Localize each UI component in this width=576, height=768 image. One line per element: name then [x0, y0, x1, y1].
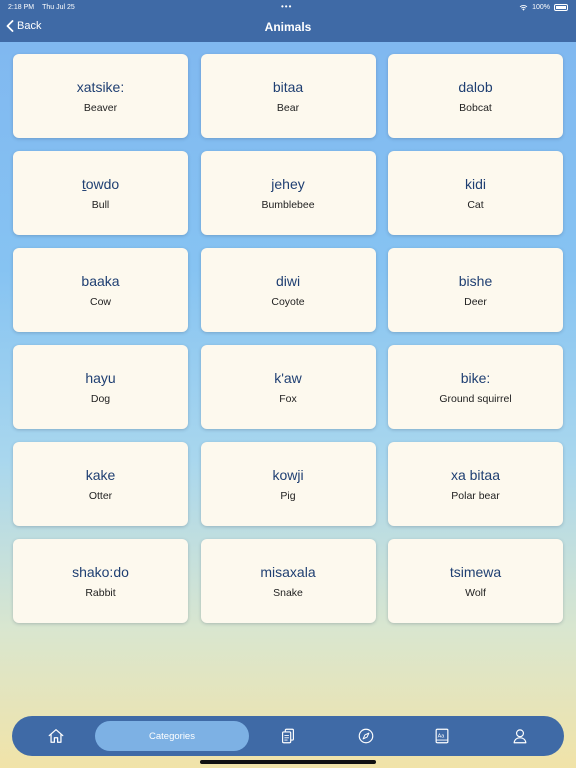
animal-card[interactable]: kake Otter: [13, 442, 188, 526]
dictionary-icon: Aa: [435, 728, 449, 744]
animal-card[interactable]: xa bitaa Polar bear: [388, 442, 563, 526]
native-word: misaxala: [260, 563, 316, 580]
native-word: t̠owdo: [81, 175, 120, 192]
english-word: Coyote: [271, 295, 305, 308]
status-date: Thu Jul 25: [42, 3, 75, 11]
english-word: Bobcat: [459, 101, 492, 114]
tab-profile[interactable]: [504, 716, 536, 756]
animal-card[interactable]: bitaa Bear: [200, 54, 376, 138]
battery-icon: [554, 3, 568, 11]
native-word: bishe: [458, 272, 493, 289]
tab-flashcards[interactable]: [272, 716, 304, 756]
native-word: tsimewa: [449, 563, 502, 580]
english-word: Bull: [91, 198, 110, 211]
english-word: Fox: [279, 392, 297, 405]
profile-icon: [513, 729, 527, 744]
status-bar: 2:18 PM Thu Jul 25 ••• 100%: [0, 0, 576, 14]
english-word: Beaver: [83, 101, 118, 114]
animal-card[interactable]: k'aw Fox: [200, 345, 376, 429]
home-icon: [48, 729, 64, 743]
english-word: Pig: [280, 489, 296, 502]
tab-bar: Categories Aa: [12, 716, 564, 756]
compass-icon: [358, 728, 374, 744]
tab-explore[interactable]: [350, 716, 382, 756]
english-word: Ground squirrel: [439, 392, 512, 405]
english-word: Deer: [464, 295, 487, 308]
english-word: Otter: [88, 489, 113, 502]
english-word: Polar bear: [451, 489, 500, 502]
tab-home[interactable]: [40, 716, 72, 756]
native-word: xa bitaa: [450, 466, 501, 483]
native-word: kake: [85, 466, 116, 483]
animal-card[interactable]: xatsike: Beaver: [13, 54, 188, 138]
wifi-icon: [519, 4, 528, 11]
english-word: Cat: [467, 198, 484, 211]
native-word: xatsike:: [76, 78, 125, 95]
english-word: Snake: [273, 586, 303, 599]
native-word: baaka: [81, 272, 120, 289]
english-word: Bumblebee: [261, 198, 315, 211]
status-time: 2:18 PM: [8, 3, 35, 11]
native-word: bitaa: [272, 78, 304, 95]
home-indicator[interactable]: [200, 760, 376, 764]
animal-card[interactable]: baaka Cow: [13, 248, 188, 332]
native-word: kowji: [272, 466, 304, 483]
tab-categories[interactable]: Categories: [95, 721, 249, 751]
native-word: shako:do: [72, 563, 129, 580]
animal-card[interactable]: jehey Bumblebee: [200, 151, 376, 235]
native-word: hayu: [85, 369, 116, 386]
animal-card[interactable]: hayu Dog: [13, 345, 188, 429]
svg-text:Aa: Aa: [438, 733, 445, 739]
tab-dictionary[interactable]: Aa: [426, 716, 458, 756]
english-word: Wolf: [465, 586, 486, 599]
animal-card-grid: xatsike: Beaver bitaa Bear dalob Bobcat t̠o…: [13, 54, 563, 623]
animal-card[interactable]: misaxala Snake: [200, 539, 376, 623]
english-word: Dog: [90, 392, 111, 405]
animal-card[interactable]: tsimewa Wolf: [388, 539, 563, 623]
animal-card[interactable]: shako:do Rabbit: [13, 539, 188, 623]
native-word: jehey: [271, 175, 305, 192]
animal-card[interactable]: dalob Bobcat: [388, 54, 563, 138]
native-word: bike:: [460, 369, 491, 386]
english-word: Rabbit: [85, 586, 116, 599]
animal-card[interactable]: t̠owdo Bull: [13, 151, 188, 235]
multitasking-dots-icon[interactable]: •••: [281, 2, 292, 11]
battery-percent: 100%: [532, 3, 550, 11]
animal-card[interactable]: diwi Coyote: [200, 248, 376, 332]
native-word: diwi: [275, 272, 301, 289]
english-word: Cow: [89, 295, 111, 308]
animal-card[interactable]: kowji Pig: [200, 442, 376, 526]
english-word: Bear: [276, 101, 300, 114]
page-title: Animals: [264, 20, 312, 34]
animal-card[interactable]: bishe Deer: [388, 248, 563, 332]
native-word: dalob: [458, 78, 493, 95]
animal-card[interactable]: bike: Ground squirrel: [388, 345, 563, 429]
native-word: k'aw: [274, 369, 302, 386]
cards-icon: [282, 728, 294, 744]
navigation-bar: Back Animals: [0, 14, 576, 42]
native-word: kidi: [464, 175, 486, 192]
animal-card[interactable]: kidi Cat: [388, 151, 563, 235]
